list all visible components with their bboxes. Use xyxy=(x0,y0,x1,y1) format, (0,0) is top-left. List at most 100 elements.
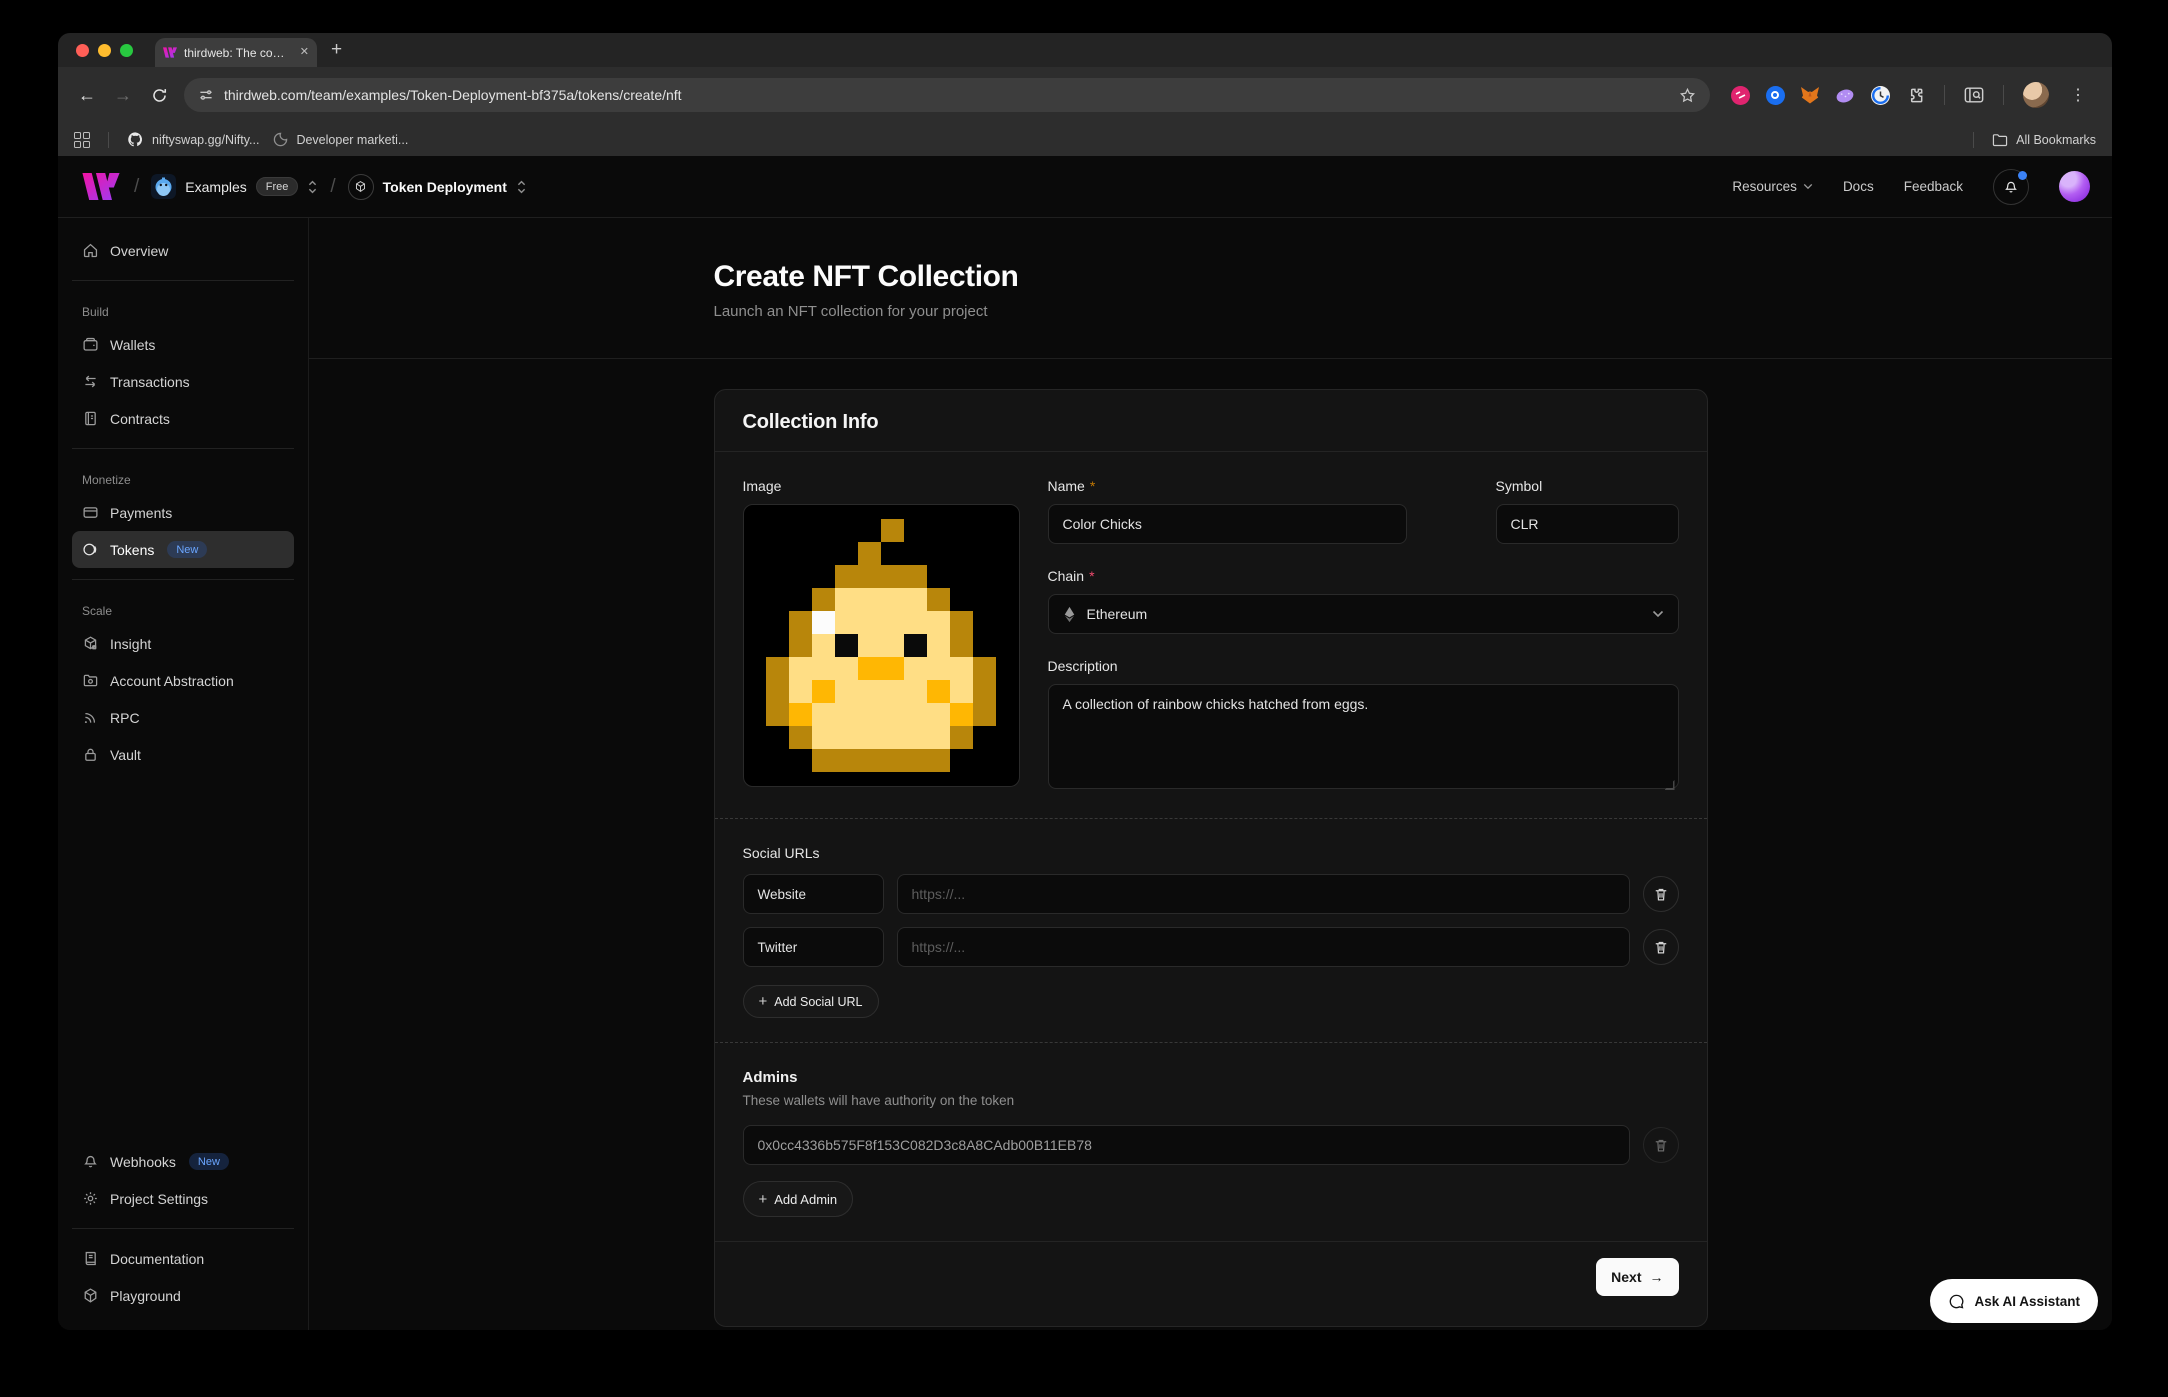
resources-menu[interactable]: Resources xyxy=(1732,179,1813,194)
ask-ai-assistant-button[interactable]: Ask AI Assistant xyxy=(1930,1279,2098,1323)
chain-group: Chain* Ethereum xyxy=(1048,568,1679,634)
feedback-link[interactable]: Feedback xyxy=(1904,179,1963,194)
sidebar-item-payments[interactable]: Payments xyxy=(72,494,294,531)
extension-purple-icon[interactable] xyxy=(1835,85,1855,105)
thirdweb-logo[interactable] xyxy=(80,173,122,200)
sidebar-item-rpc[interactable]: RPC xyxy=(72,699,294,736)
symbol-input[interactable] xyxy=(1496,504,1679,544)
back-button[interactable]: ← xyxy=(72,80,102,110)
sidebar-divider xyxy=(72,1228,294,1229)
description-label: Description xyxy=(1048,658,1679,674)
name-group: Name* xyxy=(1048,478,1408,544)
social-url-input[interactable] xyxy=(897,874,1630,914)
add-admin-button[interactable]: + Add Admin xyxy=(743,1181,854,1217)
social-url-row: Website xyxy=(743,874,1679,914)
breadcrumb-team[interactable]: Examples Free xyxy=(151,174,318,199)
team-avatar xyxy=(151,174,176,199)
description-group: Description A collection of rainbow chic… xyxy=(1048,658,1679,794)
apps-grid-icon[interactable] xyxy=(74,132,90,148)
bookmarks-bar: niftyswap.gg/Nifty... Developer marketi.… xyxy=(58,123,2112,156)
account-avatar[interactable] xyxy=(2059,171,2090,202)
sidebar-item-overview[interactable]: Overview xyxy=(72,232,294,269)
tab-close-icon[interactable]: ✕ xyxy=(300,47,309,58)
image-label: Image xyxy=(743,478,1020,494)
extensions-puzzle-icon[interactable] xyxy=(1905,85,1925,105)
notifications-button[interactable] xyxy=(1993,169,2029,205)
new-tab-button[interactable]: + xyxy=(331,39,342,61)
breadcrumb-project[interactable]: Token Deployment xyxy=(348,174,527,200)
browser-menu-icon[interactable]: ⋮ xyxy=(2064,85,2092,105)
bookmark-star-icon[interactable] xyxy=(1679,87,1696,104)
chain-label: Chain xyxy=(1048,568,1085,584)
toolbar-divider xyxy=(2003,85,2004,105)
social-urls-label: Social URLs xyxy=(743,845,1679,861)
extension-clock-icon[interactable] xyxy=(1870,85,1890,105)
project-switcher-chevrons-icon[interactable] xyxy=(516,179,527,195)
sidebar-item-contracts[interactable]: Contracts xyxy=(72,400,294,437)
sidebar-item-tokens[interactable]: Tokens New xyxy=(72,531,294,568)
site-settings-icon[interactable] xyxy=(198,87,214,103)
close-window-button[interactable] xyxy=(76,44,89,57)
chain-select[interactable]: Ethereum xyxy=(1048,594,1679,634)
remove-admin-button[interactable] xyxy=(1643,1127,1679,1163)
thirdweb-favicon-icon xyxy=(163,47,177,58)
sidebar-item-transactions[interactable]: Transactions xyxy=(72,363,294,400)
main-content: Create NFT Collection Launch an NFT coll… xyxy=(309,218,2112,1330)
plus-icon: + xyxy=(759,993,768,1010)
sidebar-item-account-abstraction[interactable]: Account Abstraction xyxy=(72,662,294,699)
sidebar-item-documentation[interactable]: Documentation xyxy=(72,1240,294,1277)
name-input[interactable] xyxy=(1048,504,1408,544)
sidebar-divider xyxy=(72,579,294,580)
bookmark-developer-marketing[interactable]: Developer marketi... xyxy=(273,132,408,147)
bookmark-niftyswap[interactable]: niftyswap.gg/Nifty... xyxy=(127,131,259,148)
social-platform-select[interactable]: Twitter xyxy=(743,927,884,967)
new-badge: New xyxy=(189,1153,229,1170)
extension-blue-icon[interactable] xyxy=(1765,85,1785,105)
minimize-window-button[interactable] xyxy=(98,44,111,57)
next-button[interactable]: Next → xyxy=(1596,1258,1678,1296)
wallet-icon xyxy=(82,336,99,353)
sidebar: Overview Build Wallets xyxy=(58,218,309,1330)
rpc-signal-icon xyxy=(82,709,99,726)
sidebar-item-playground[interactable]: Playground xyxy=(72,1277,294,1314)
sidebar-item-webhooks[interactable]: Webhooks New xyxy=(72,1143,294,1180)
tab-search-icon[interactable] xyxy=(1964,85,1984,105)
toolbar-divider xyxy=(1944,85,1945,105)
add-social-url-button[interactable]: + Add Social URL xyxy=(743,985,879,1018)
extension-pink-icon[interactable] xyxy=(1730,85,1750,105)
sidebar-item-insight[interactable]: Insight xyxy=(72,625,294,662)
sidebar-item-project-settings[interactable]: Project Settings xyxy=(72,1180,294,1217)
social-url-input[interactable] xyxy=(897,927,1630,967)
social-urls-section: Social URLs Website Twitter + Add Soci xyxy=(715,818,1707,1042)
collection-image-upload[interactable] xyxy=(743,504,1020,787)
maximize-window-button[interactable] xyxy=(120,44,133,57)
description-textarea[interactable]: A collection of rainbow chicks hatched f… xyxy=(1048,684,1679,789)
notification-dot xyxy=(2018,171,2027,180)
screenshot-stage: thirdweb: The complete web3 ✕ + ← → thir… xyxy=(0,0,2168,1397)
admin-address-input[interactable] xyxy=(743,1125,1630,1165)
sidebar-item-vault[interactable]: Vault xyxy=(72,736,294,773)
breadcrumb-separator: / xyxy=(330,176,335,198)
symbol-label: Symbol xyxy=(1496,478,1679,494)
thirdweb-page: / Examples Free xyxy=(58,156,2112,1330)
remove-social-url-button[interactable] xyxy=(1643,929,1679,965)
url-bar[interactable]: thirdweb.com/team/examples/Token-Deploym… xyxy=(184,78,1710,112)
browser-profile-avatar[interactable] xyxy=(2023,82,2049,108)
reload-button[interactable] xyxy=(144,80,174,110)
new-badge: New xyxy=(167,541,207,558)
lock-icon xyxy=(82,746,99,763)
docs-link[interactable]: Docs xyxy=(1843,179,1874,194)
sidebar-item-wallets[interactable]: Wallets xyxy=(72,326,294,363)
plus-icon: + xyxy=(759,1191,768,1208)
all-bookmarks-button[interactable]: All Bookmarks xyxy=(1992,133,2096,147)
sidebar-group-scale: Scale xyxy=(82,604,294,618)
admin-row xyxy=(743,1125,1679,1165)
metamask-icon[interactable] xyxy=(1800,85,1820,105)
forward-button[interactable]: → xyxy=(108,80,138,110)
social-platform-select[interactable]: Website xyxy=(743,874,884,914)
team-switcher-chevrons-icon[interactable] xyxy=(307,179,318,195)
remove-social-url-button[interactable] xyxy=(1643,876,1679,912)
browser-tab[interactable]: thirdweb: The complete web3 ✕ xyxy=(155,38,317,67)
insight-box-icon xyxy=(82,635,99,652)
webhook-bell-icon xyxy=(82,1153,99,1170)
